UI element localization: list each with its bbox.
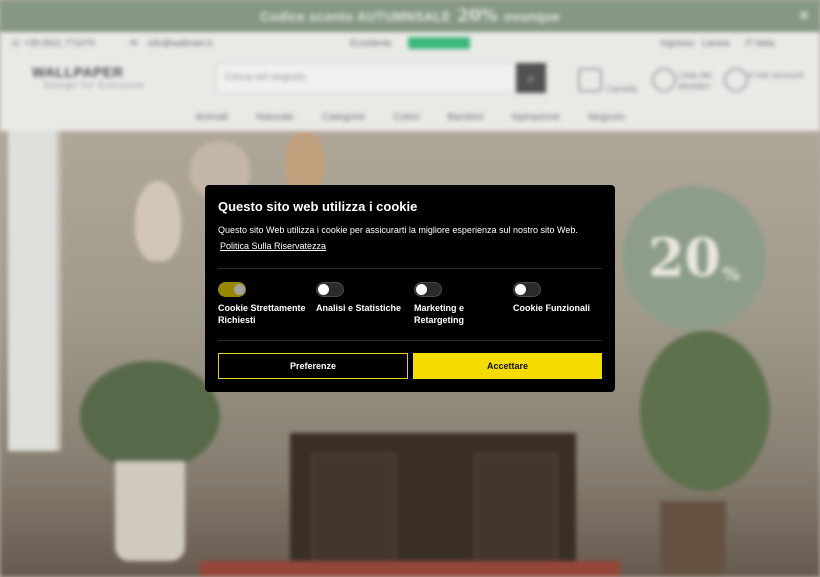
cookie-option-label-line1: Analisi e Statistiche (316, 303, 402, 313)
divider (218, 340, 602, 341)
toggle-knob (515, 284, 526, 295)
cookie-option-label-line1: Cookie Strettamente (218, 303, 306, 313)
necessary-cookies-toggle[interactable] (218, 282, 246, 297)
functional-cookies-toggle[interactable] (513, 282, 541, 297)
cookie-title: Questo sito web utilizza i cookie (218, 199, 418, 214)
cookie-option-label-line1: Cookie Funzionali (513, 303, 591, 313)
preferences-button[interactable]: Preferenze (218, 353, 408, 379)
toggle-knob (234, 284, 245, 295)
marketing-cookies-toggle[interactable] (414, 282, 442, 297)
cookie-option-label: Cookie Strettamente Richiesti (218, 302, 318, 326)
cookie-option-label: Marketing e Retargeting (414, 302, 514, 326)
privacy-policy-link[interactable]: Politica Sulla Riservatezza (220, 241, 326, 251)
cookie-option-label-line2: Richiesti (218, 315, 256, 325)
cookie-option-label-line1: Marketing e (414, 303, 465, 313)
analytics-cookies-toggle[interactable] (316, 282, 344, 297)
divider (218, 268, 602, 269)
toggle-knob (318, 284, 329, 295)
toggle-knob (416, 284, 427, 295)
cookie-option-label: Analisi e Statistiche (316, 302, 416, 314)
cookie-option-label: Cookie Funzionali (513, 302, 613, 314)
accept-button[interactable]: Accettare (413, 353, 602, 379)
cookie-consent-dialog: Questo sito web utilizza i cookie Questo… (205, 185, 615, 392)
cookie-description: Questo sito Web utilizza i cookie per as… (218, 225, 578, 235)
cookie-option-label-line2: Retargeting (414, 315, 465, 325)
